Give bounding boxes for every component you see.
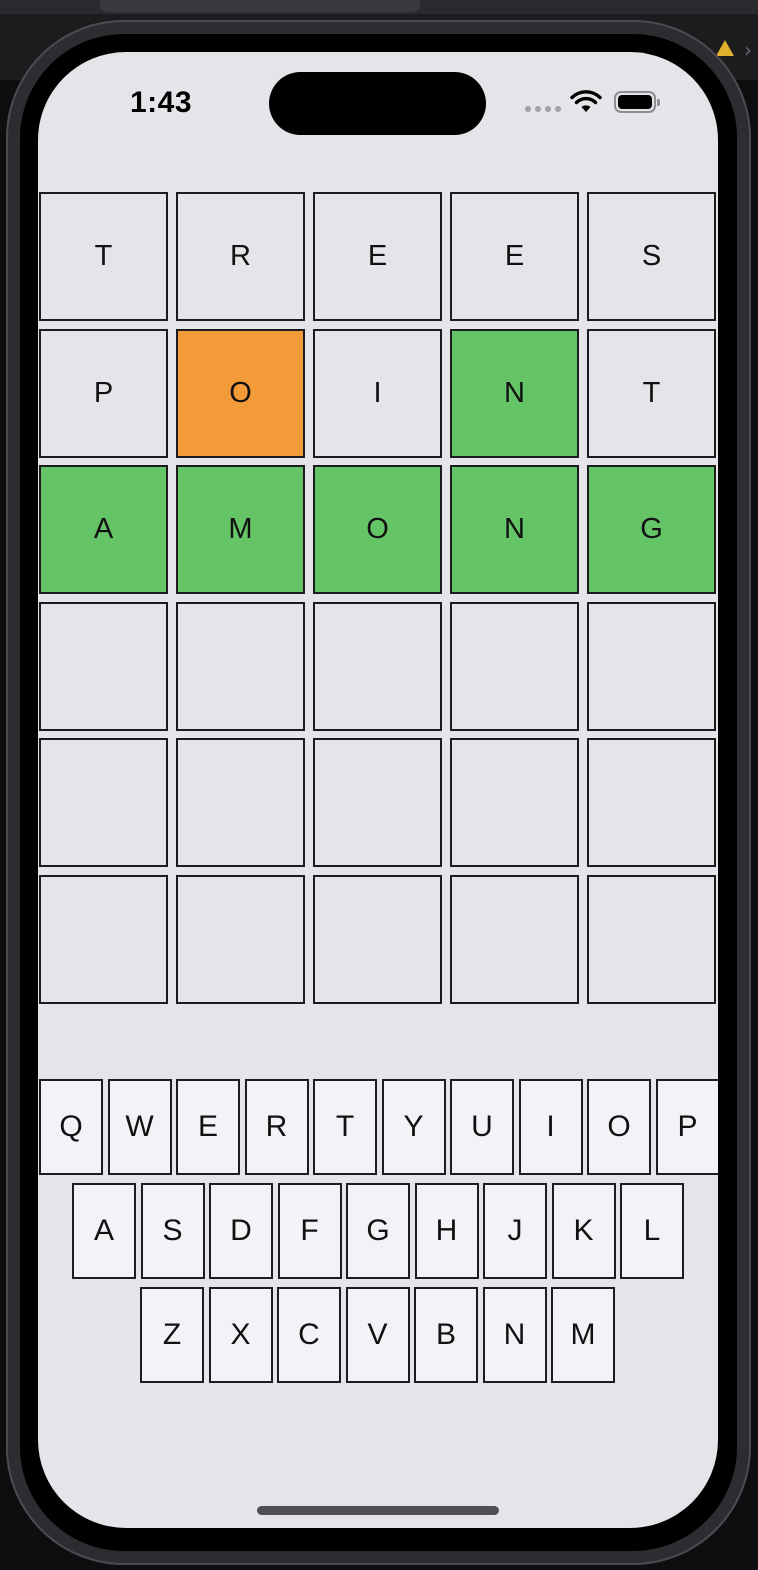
key-j[interactable]: J (483, 1183, 547, 1279)
letter-tile (176, 874, 305, 1004)
battery-level (618, 95, 652, 109)
key-d[interactable]: D (209, 1183, 273, 1279)
letter-tile (587, 601, 716, 731)
key-f[interactable]: F (277, 1183, 342, 1279)
cellular-signal-icon (525, 106, 561, 114)
key-o[interactable]: O (587, 1079, 651, 1175)
board-row: POINT (38, 328, 718, 466)
chevron-right-icon: › (744, 38, 752, 62)
key-q[interactable]: Q (39, 1079, 103, 1175)
board-row (38, 601, 718, 739)
letter-tile (39, 874, 168, 1004)
key-s[interactable]: S (140, 1183, 205, 1279)
key-y[interactable]: Y (381, 1079, 446, 1175)
key-a[interactable]: A (72, 1183, 136, 1279)
keyboard-row: ZXCVBNM (38, 1287, 718, 1391)
letter-tile: R (176, 192, 305, 321)
letter-tile: A (39, 465, 168, 594)
letter-tile (39, 738, 168, 867)
letter-tile (176, 601, 305, 731)
key-x[interactable]: X (208, 1287, 273, 1383)
home-indicator[interactable] (257, 1506, 499, 1515)
key-r[interactable]: R (244, 1079, 309, 1175)
key-n[interactable]: N (482, 1287, 547, 1383)
letter-tile: I (313, 328, 442, 458)
key-c[interactable]: C (277, 1287, 341, 1383)
key-e[interactable]: E (176, 1079, 240, 1175)
keyboard-row: ASDFGHJKL (38, 1183, 718, 1287)
ide-file-tab (100, 0, 420, 12)
letter-tile: E (450, 192, 579, 321)
key-v[interactable]: V (345, 1287, 410, 1383)
letter-tile: N (450, 328, 579, 458)
letter-tile: N (450, 465, 579, 594)
key-i[interactable]: I (518, 1079, 583, 1175)
letter-tile (313, 874, 442, 1004)
key-k[interactable]: K (551, 1183, 616, 1279)
battery-icon (614, 91, 660, 113)
letter-tile (450, 601, 579, 731)
key-l[interactable]: L (620, 1183, 684, 1279)
letter-tile: M (176, 465, 305, 594)
key-b[interactable]: B (414, 1287, 478, 1383)
wifi-icon (570, 90, 602, 112)
key-g[interactable]: G (346, 1183, 410, 1279)
letter-tile (450, 874, 579, 1004)
letter-tile (587, 874, 716, 1004)
key-w[interactable]: W (107, 1079, 172, 1175)
board-row: TREES (38, 192, 718, 329)
letter-tile: P (39, 328, 168, 458)
key-m[interactable]: M (551, 1287, 615, 1383)
key-p[interactable]: P (655, 1079, 718, 1175)
letter-tile (450, 738, 579, 867)
board-row (38, 874, 718, 1012)
warning-icon (716, 40, 734, 56)
letter-tile: S (587, 192, 716, 321)
key-z[interactable]: Z (140, 1287, 204, 1383)
status-time: 1:43 (130, 86, 193, 119)
app-screen: 1:43 TREESPOINTAMONG QWERTYUIOPASDFGHJKL… (38, 52, 718, 1528)
board-row (38, 738, 718, 875)
keyboard-row: QWERTYUIOP (38, 1079, 718, 1183)
letter-tile: E (313, 192, 442, 321)
key-u[interactable]: U (450, 1079, 514, 1175)
key-t[interactable]: T (313, 1079, 377, 1175)
letter-tile (313, 601, 442, 731)
game-board: TREESPOINTAMONG (38, 192, 718, 1011)
on-screen-keyboard: QWERTYUIOPASDFGHJKLZXCVBNM (38, 1079, 718, 1391)
letter-tile (39, 601, 168, 731)
key-h[interactable]: H (414, 1183, 479, 1279)
battery-cap (657, 99, 660, 106)
board-row: AMONG (38, 465, 718, 602)
letter-tile (587, 738, 716, 867)
letter-tile: T (587, 328, 716, 458)
dynamic-island (269, 72, 486, 135)
letter-tile: O (176, 328, 305, 458)
letter-tile: T (39, 192, 168, 321)
letter-tile: G (587, 465, 716, 594)
letter-tile (176, 738, 305, 867)
letter-tile (313, 738, 442, 867)
letter-tile: O (313, 465, 442, 594)
